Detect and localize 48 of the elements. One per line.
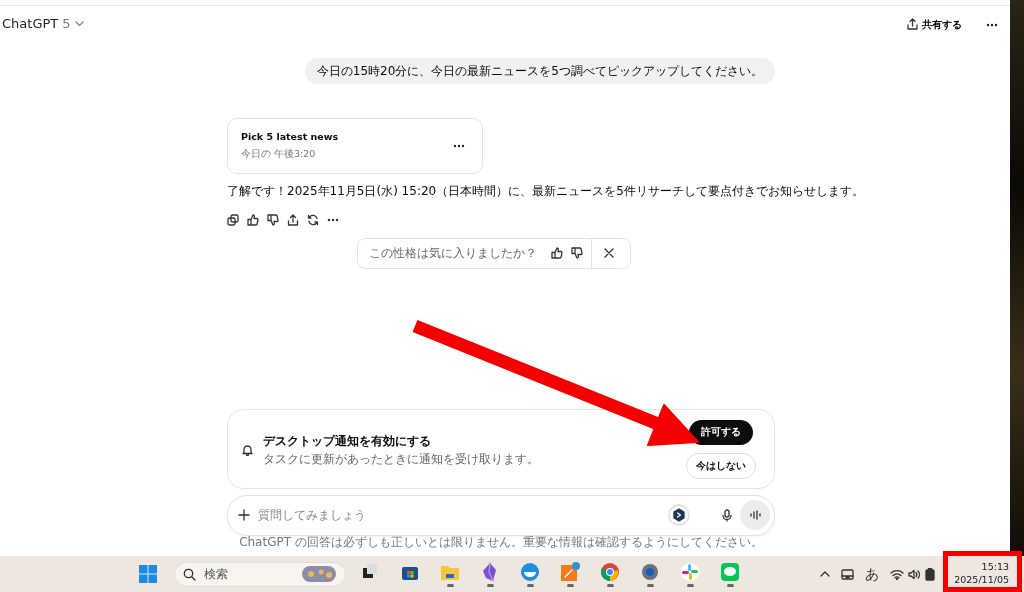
windows-logo-icon[interactable]: [138, 564, 158, 584]
user-message: 今日の15時20分に、今日の最新ニュースを5つ調べてピックアップしてください。: [304, 58, 775, 84]
microphone-icon[interactable]: [722, 508, 732, 522]
thumbs-down-icon[interactable]: [571, 247, 583, 259]
speaker-icon[interactable]: [908, 568, 921, 580]
composer-field[interactable]: 質問してみましょう: [227, 494, 775, 536]
waveform-icon: [749, 510, 761, 520]
input-method-indicator[interactable]: あ: [865, 563, 879, 585]
more-options-icon[interactable]: [453, 144, 465, 149]
pen-square-icon[interactable]: [560, 561, 580, 582]
chevron-down-icon: [74, 21, 84, 27]
extension-icon[interactable]: [668, 504, 690, 526]
plus-icon[interactable]: [238, 509, 250, 521]
feedback-question: この性格は気に入りましたか？: [368, 245, 538, 262]
notification-body: タスクに更新があったときに通知を受け取ります。: [263, 450, 540, 468]
share-icon[interactable]: [287, 213, 299, 226]
thumbs-up-icon[interactable]: [551, 247, 563, 259]
close-icon[interactable]: [604, 248, 614, 258]
bell-icon: [242, 443, 253, 456]
pinwheel-icon[interactable]: [680, 561, 700, 582]
wifi-icon[interactable]: [890, 568, 904, 580]
share-button[interactable]: 共有する: [903, 14, 966, 34]
share-icon: [907, 18, 918, 30]
clock[interactable]: 15:13 2025/11/05: [946, 560, 1012, 588]
allow-button[interactable]: 許可する: [689, 420, 753, 445]
assistant-message: 了解です！2025年11月5日(水) 15:20（日本時間）に、最新ニュースを5件リサーチして要点付きでお知らせします。: [227, 182, 864, 200]
task-card[interactable]: Pick 5 latest news 今日の 午後3:20: [227, 118, 483, 174]
thumbs-down-icon[interactable]: [267, 213, 279, 226]
battery-icon[interactable]: [925, 567, 935, 581]
search-icon: [183, 567, 196, 581]
chevron-up-icon[interactable]: [820, 571, 830, 577]
tablet-icon[interactable]: [841, 568, 854, 580]
task-title: Pick 5 latest news: [241, 130, 339, 144]
message-input[interactable]: 質問してみましょう: [258, 506, 660, 524]
search-field[interactable]: 検索: [204, 565, 294, 583]
model-selector[interactable]: ChatGPT 5: [2, 14, 84, 34]
task-time: 今日の 午後3:20: [241, 147, 317, 162]
copy-icon[interactable]: [227, 213, 239, 226]
voice-mode-button[interactable]: [740, 500, 770, 530]
more-options-icon[interactable]: [986, 22, 998, 27]
not-now-button[interactable]: 今はしない: [686, 452, 756, 479]
refresh-icon[interactable]: [307, 213, 319, 226]
search-box[interactable]: 検索: [174, 561, 346, 587]
lantern-drawing: [302, 566, 336, 582]
notification-title: デスクトップ通知を有効にする: [263, 432, 432, 450]
browser-icon[interactable]: [600, 561, 620, 582]
thumbs-up-icon[interactable]: [247, 213, 259, 226]
disclaimer-text: ChatGPT の回答は必ずしも正しいとは限りません。重要な情報は確認するようにしてください。: [239, 535, 763, 548]
